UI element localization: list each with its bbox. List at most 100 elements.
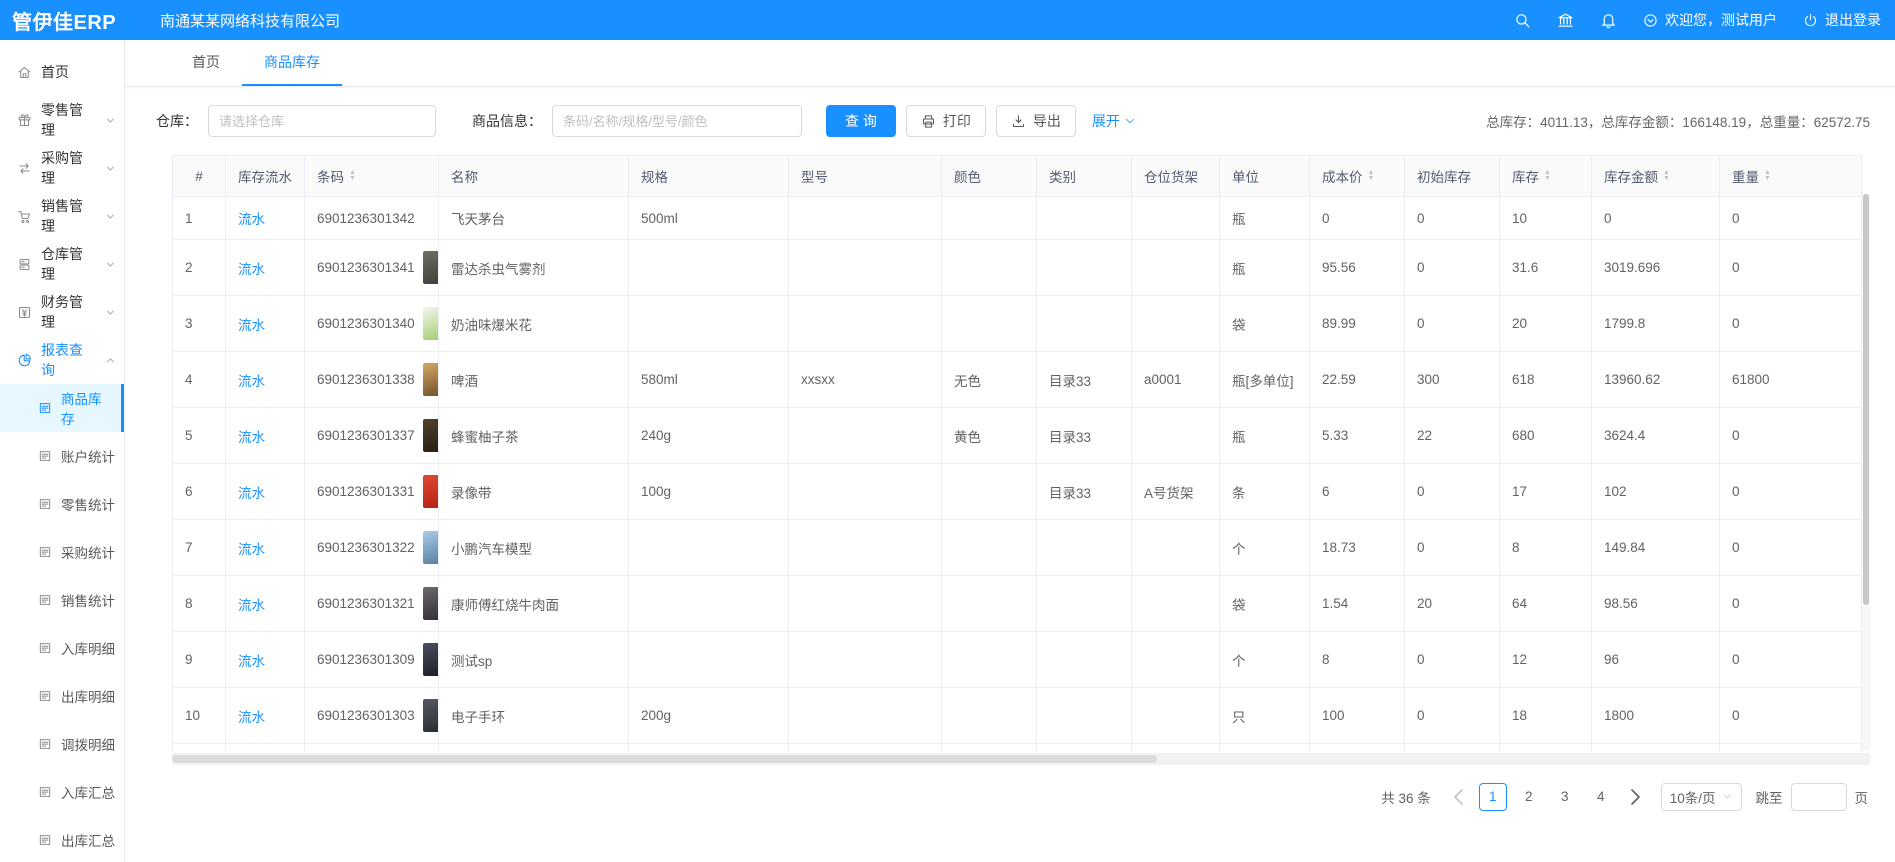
column-header-name: 名称 (439, 156, 629, 197)
list-icon (38, 689, 52, 703)
cell-color: 无色 (942, 352, 1037, 408)
list-icon (38, 641, 52, 655)
vertical-scrollbar[interactable] (1862, 194, 1870, 750)
sidebar-item-sales-mgmt[interactable]: 销售管理 (0, 192, 124, 240)
sidebar-item-label: 商品库存 (61, 388, 113, 428)
product-thumbnail[interactable] (423, 699, 439, 732)
barcode-value: 6901236301321 (317, 596, 415, 611)
column-label: # (195, 169, 203, 184)
product-thumbnail[interactable] (423, 251, 439, 284)
cell-model (789, 408, 942, 464)
cell-barcode: 6901236301303 (305, 688, 439, 744)
page-2[interactable]: 2 (1515, 783, 1543, 811)
cell-unit: 瓶 (1220, 197, 1310, 240)
sidebar-item-finance-mgmt[interactable]: 财务管理 (0, 288, 124, 336)
sort-caret-icon[interactable]: ▲▼ (1368, 170, 1375, 182)
sidebar-item-sales-stats[interactable]: 销售统计 (0, 576, 124, 624)
horizontal-scrollbar[interactable] (172, 753, 1870, 765)
prev-page-button[interactable] (1447, 783, 1471, 811)
column-header-stock[interactable]: 库存▲▼ (1500, 156, 1592, 197)
page-size-select[interactable]: 10条/页 (1661, 783, 1742, 811)
search-button[interactable]: 查 询 (826, 105, 896, 137)
sort-caret-icon[interactable]: ▲▼ (1544, 170, 1551, 182)
tab-home[interactable]: 首页 (170, 40, 242, 86)
cell-name: 飞天茅台 (439, 197, 629, 240)
table-row: 8流水6901236301321康师傅红烧牛肉面袋1.54206498.560 (173, 576, 1862, 632)
stock-flow-link[interactable]: 流水 (238, 212, 265, 227)
sidebar-item-retail-mgmt[interactable]: 零售管理 (0, 96, 124, 144)
cell-stock: 64 (1500, 576, 1592, 632)
sidebar-item-label: 采购统计 (61, 542, 115, 562)
sort-caret-icon[interactable]: ▲▼ (349, 170, 356, 182)
cell-weight: 0 (1720, 632, 1862, 688)
export-button[interactable]: 导出 (996, 105, 1076, 137)
list-icon (38, 497, 52, 511)
cell-flow: 流水 (226, 464, 305, 520)
cell-init_stock: 0 (1405, 197, 1500, 240)
bell-icon[interactable] (1600, 12, 1617, 29)
product-thumbnail[interactable] (423, 587, 439, 620)
jump-page-input[interactable] (1791, 783, 1847, 811)
print-label: 打印 (943, 111, 971, 131)
next-page-button[interactable] (1623, 783, 1647, 811)
cell-shelf: a0001 (1132, 352, 1220, 408)
sidebar-item-purchase-stats[interactable]: 采购统计 (0, 528, 124, 576)
bank-icon[interactable] (1557, 12, 1574, 29)
sidebar-item-warehouse-mgmt[interactable]: 仓库管理 (0, 240, 124, 288)
sidebar-item-home[interactable]: 首页 (0, 48, 124, 96)
sidebar-item-inbound-summary[interactable]: 入库汇总 (0, 768, 124, 816)
sidebar-item-retail-stats[interactable]: 零售统计 (0, 480, 124, 528)
sidebar-item-goods-stock[interactable]: 商品库存 (0, 384, 124, 432)
sidebar-item-outbound-summary[interactable]: 出库汇总 (0, 816, 124, 862)
column-header-stock_amount[interactable]: 库存金额▲▼ (1592, 156, 1720, 197)
sidebar-item-inbound-detail[interactable]: 入库明细 (0, 624, 124, 672)
table-row: 2流水6901236301341雷达杀虫气雾剂瓶95.56031.63019.6… (173, 240, 1862, 296)
cell-category (1037, 197, 1132, 240)
vertical-scrollbar-thumb[interactable] (1863, 194, 1869, 605)
cell-stock: 10 (1500, 197, 1592, 240)
tab-goods-stock[interactable]: 商品库存 (242, 40, 342, 86)
stock-flow-link[interactable]: 流水 (238, 542, 265, 557)
product-thumbnail[interactable] (423, 475, 439, 508)
page-1[interactable]: 1 (1479, 783, 1507, 811)
barcode-value: 6901236301337 (317, 428, 415, 443)
sort-caret-icon[interactable]: ▲▼ (1663, 170, 1670, 182)
cell-spec: 580ml (629, 352, 789, 408)
column-header-cost[interactable]: 成本价▲▼ (1310, 156, 1405, 197)
product-info-input[interactable] (552, 105, 802, 137)
warehouse-select[interactable] (208, 105, 436, 137)
page-3[interactable]: 3 (1551, 783, 1579, 811)
cell-shelf (1132, 632, 1220, 688)
stock-flow-link[interactable]: 流水 (238, 318, 265, 333)
sidebar-item-report-query[interactable]: 报表查询 (0, 336, 124, 384)
sidebar-item-account-stats[interactable]: 账户统计 (0, 432, 124, 480)
horizontal-scrollbar-thumb[interactable] (172, 755, 1157, 763)
stock-flow-link[interactable]: 流水 (238, 654, 265, 669)
search-icon[interactable] (1514, 12, 1531, 29)
sidebar-item-transfer-detail[interactable]: 调拨明细 (0, 720, 124, 768)
product-thumbnail[interactable] (423, 307, 439, 340)
stock-flow-link[interactable]: 流水 (238, 598, 265, 613)
print-button[interactable]: 打印 (906, 105, 986, 137)
page-4[interactable]: 4 (1587, 783, 1615, 811)
stock-flow-link[interactable]: 流水 (238, 430, 265, 445)
stock-flow-link[interactable]: 流水 (238, 710, 265, 725)
product-thumbnail[interactable] (423, 419, 439, 452)
sort-caret-icon[interactable]: ▲▼ (1764, 170, 1771, 182)
expand-toggle[interactable]: 展开 (1092, 111, 1136, 131)
printer-icon (921, 114, 936, 129)
column-header-barcode[interactable]: 条码▲▼ (305, 156, 439, 197)
stock-flow-link[interactable]: 流水 (238, 486, 265, 501)
logout-button[interactable]: 退出登录 (1803, 10, 1881, 30)
stock-flow-link[interactable]: 流水 (238, 262, 265, 277)
sidebar-item-purchase-mgmt[interactable]: 采购管理 (0, 144, 124, 192)
product-thumbnail[interactable] (423, 643, 439, 676)
user-menu[interactable]: 欢迎您，测试用户 (1643, 10, 1777, 30)
cell-color (942, 240, 1037, 296)
product-thumbnail[interactable] (423, 531, 439, 564)
product-thumbnail[interactable] (423, 363, 439, 396)
chevron-up-icon (105, 355, 116, 366)
sidebar-item-outbound-detail[interactable]: 出库明细 (0, 672, 124, 720)
column-header-weight[interactable]: 重量▲▼ (1720, 156, 1862, 197)
stock-flow-link[interactable]: 流水 (238, 374, 265, 389)
